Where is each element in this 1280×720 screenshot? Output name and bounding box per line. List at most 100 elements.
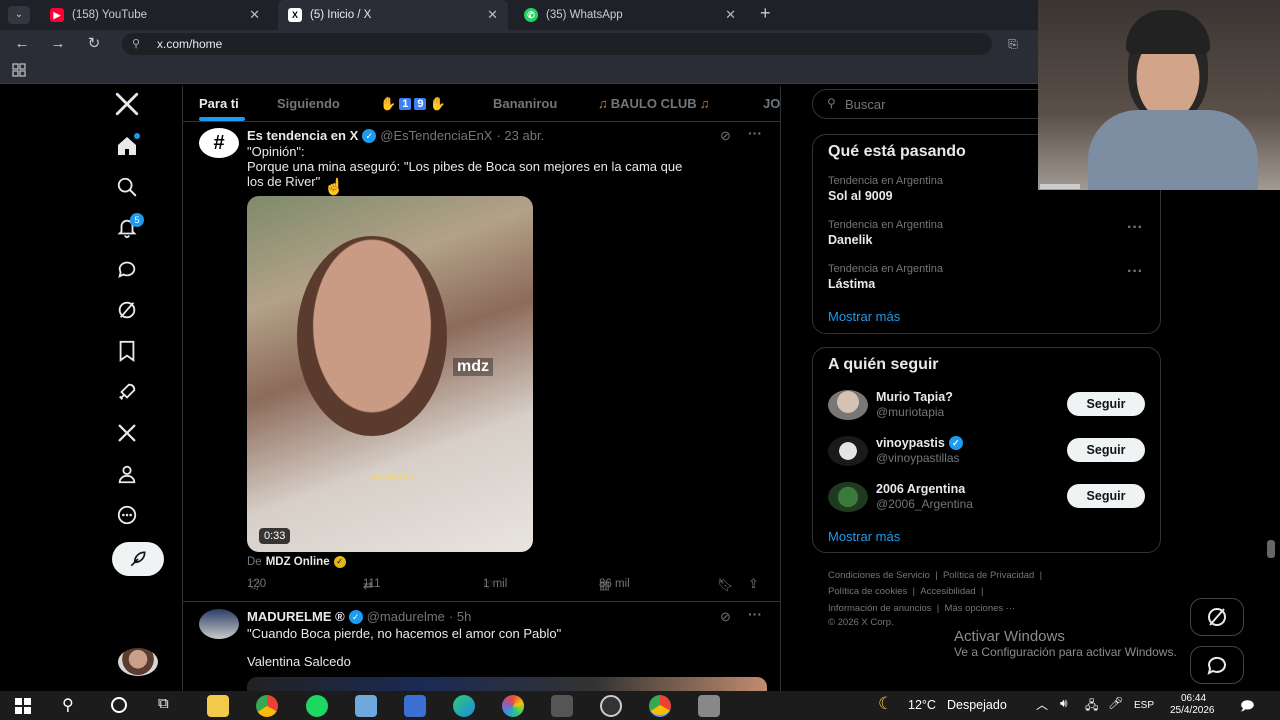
trends-show-more[interactable]: Mostrar más <box>828 309 900 324</box>
tab-para-ti[interactable]: Para ti <box>199 96 239 111</box>
source-name[interactable]: MDZ Online <box>266 556 330 568</box>
reply-button[interactable]: 🗨︎ 120 <box>247 578 266 592</box>
follow-handle[interactable]: @muriotapia <box>876 405 944 419</box>
edge-icon[interactable] <box>453 695 475 717</box>
tab-baulo-club[interactable]: ♫ BAULO CLUB ♫ <box>598 96 709 111</box>
clock-date[interactable]: 25/4/2026 <box>1170 705 1215 716</box>
follow-handle[interactable]: @2006_Argentina <box>876 497 973 511</box>
tweet-author[interactable]: Es tendencia en X <box>247 128 358 143</box>
trend-more-icon[interactable]: ··· <box>1127 263 1143 281</box>
x-logo-icon[interactable] <box>112 89 142 119</box>
network-icon[interactable]: 🖧 <box>1085 696 1098 717</box>
tweet-more-icon[interactable]: ··· <box>748 606 762 622</box>
tweet-handle[interactable]: @EsTendenciaEnX <box>380 128 492 143</box>
home-icon[interactable] <box>112 131 142 161</box>
file-explorer-icon[interactable] <box>207 695 229 717</box>
tab-jo[interactable]: JO <box>763 96 780 111</box>
footer-link[interactable]: Información de anuncios | Más opciones ·… <box>828 603 1015 614</box>
follow-show-more[interactable]: Mostrar más <box>828 529 900 544</box>
tweet-avatar[interactable]: # <box>199 128 239 158</box>
windows-start-icon[interactable] <box>15 698 31 714</box>
app-icon[interactable] <box>355 695 377 717</box>
tab-list-numbers[interactable]: ✋ 1 9 ✋ <box>380 96 446 112</box>
search-box[interactable]: ⚲ Buscar <box>812 89 1052 119</box>
apps-grid-icon[interactable] <box>12 63 26 77</box>
follow-button[interactable]: Seguir <box>1067 438 1145 462</box>
follow-button[interactable]: Seguir <box>1067 484 1145 508</box>
weather-text[interactable]: Despejado <box>947 698 1007 712</box>
account-avatar[interactable] <box>118 648 158 676</box>
tweet-avatar[interactable] <box>199 609 239 639</box>
tweet-author[interactable]: MADURELME ® <box>247 609 345 624</box>
spotify-icon[interactable] <box>306 695 328 717</box>
close-tab-icon[interactable]: ✕ <box>725 7 736 23</box>
back-icon[interactable]: ← <box>12 34 32 54</box>
app-icon[interactable] <box>698 695 720 717</box>
follow-handle[interactable]: @vinoypastillas <box>876 451 960 465</box>
close-tab-icon[interactable]: ✕ <box>249 7 260 23</box>
tweet[interactable]: MADURELME ® ✓ @madurelme · 5h ⊘ ··· "Cua… <box>183 603 780 691</box>
tweet-handle[interactable]: @madurelme <box>367 609 445 624</box>
search-icon[interactable] <box>112 172 142 202</box>
page-scrollbar[interactable] <box>1267 540 1275 558</box>
tab-list-button[interactable]: ⌄ <box>8 6 30 24</box>
site-info-icon[interactable]: ⚲ <box>132 33 140 55</box>
task-view-icon[interactable]: ⧉ <box>158 695 169 712</box>
weather-temp[interactable]: 12°C <box>908 698 936 712</box>
url-field[interactable]: ⚲ x.com/home <box>122 33 992 55</box>
tweet[interactable]: # Es tendencia en X ✓ @EsTendenciaEnX · … <box>183 122 780 602</box>
volume-icon[interactable]: 🔊︎ <box>1060 696 1068 711</box>
tweet-time[interactable]: · 23 abr. <box>496 128 544 143</box>
grok-explain-icon[interactable]: ⊘ <box>720 609 731 625</box>
tweet-time[interactable]: · 5h <box>449 609 471 624</box>
tab-youtube[interactable]: ▶ (158) YouTube ✕ <box>40 0 270 30</box>
forward-icon[interactable]: → <box>48 34 68 54</box>
tweet-more-icon[interactable]: ··· <box>748 125 762 141</box>
language-indicator[interactable]: ESP <box>1134 700 1154 711</box>
follow-name[interactable]: vinoypastis ✓ <box>876 436 963 450</box>
obs-icon[interactable] <box>600 695 622 717</box>
close-tab-icon[interactable]: ✕ <box>487 7 498 23</box>
retweet-button[interactable]: ⇄ 111 <box>363 578 380 592</box>
x-premium-icon[interactable] <box>112 418 142 448</box>
bell-icon[interactable]: 5 <box>112 213 144 243</box>
grok-explain-icon[interactable]: ⊘ <box>720 128 731 144</box>
app-icon[interactable] <box>502 695 524 717</box>
cortana-icon[interactable] <box>111 697 127 713</box>
reload-icon[interactable]: ↻ <box>84 34 104 54</box>
views-button[interactable]: ▥ 86 mil <box>599 578 630 592</box>
tweet-video[interactable]: mdz DE BOCA Y 0:33 <box>247 196 533 552</box>
tweet-media-preview[interactable] <box>247 677 767 691</box>
tray-chevron-icon[interactable]: ︿ <box>1036 696 1048 713</box>
share-icon[interactable]: ⇪ <box>748 576 759 592</box>
follow-name[interactable]: Murio Tapia? <box>876 390 953 404</box>
clock-time[interactable]: 06:44 <box>1181 693 1206 704</box>
footer-link[interactable]: Condiciones de Servicio | Política de Pr… <box>828 570 1042 581</box>
word-icon[interactable] <box>404 695 426 717</box>
trend-more-icon[interactable]: ··· <box>1127 219 1143 237</box>
taskbar-search-icon[interactable]: ⚲ <box>62 695 74 715</box>
chrome-icon[interactable] <box>256 695 278 717</box>
app-tray-icon[interactable]: 🎤︎ <box>1108 696 1123 710</box>
messages-icon[interactable] <box>112 254 142 284</box>
app-icon[interactable] <box>551 695 573 717</box>
tab-siguiendo[interactable]: Siguiendo <box>277 96 340 111</box>
tab-x[interactable]: X (5) Inicio / X ✕ <box>278 0 508 30</box>
follow-name[interactable]: 2006 Argentina <box>876 482 965 496</box>
tab-bananirou[interactable]: Bananirou <box>493 96 557 111</box>
notifications-icon[interactable]: 🗩 <box>1240 697 1254 719</box>
footer-link[interactable]: Política de cookies | Accesibilidad | <box>828 586 983 597</box>
follow-avatar[interactable] <box>828 482 868 512</box>
install-app-icon[interactable]: ⎘ <box>1003 34 1023 54</box>
chrome-active-icon[interactable] <box>649 695 671 717</box>
grok-icon[interactable] <box>112 295 142 325</box>
follow-avatar[interactable] <box>828 390 868 420</box>
tab-whatsapp[interactable]: ✆ (35) WhatsApp ✕ <box>514 0 746 30</box>
follow-avatar[interactable] <box>828 436 868 466</box>
rocket-icon[interactable] <box>112 377 142 407</box>
profile-icon[interactable] <box>112 459 142 489</box>
grok-float-button[interactable] <box>1190 598 1244 636</box>
follow-button[interactable]: Seguir <box>1067 392 1145 416</box>
bookmark-icon[interactable]: 🔖︎ <box>717 577 734 593</box>
more-icon[interactable] <box>112 500 142 530</box>
